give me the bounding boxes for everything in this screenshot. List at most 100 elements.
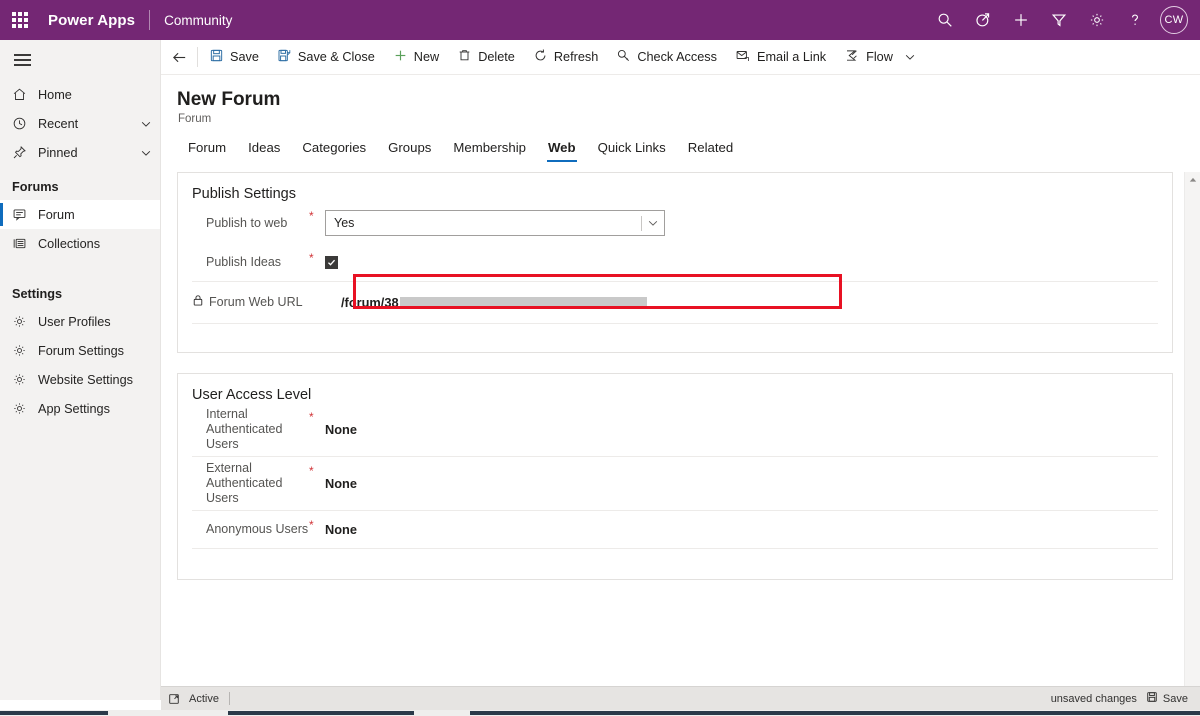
sidebar-item-label: Collections xyxy=(38,236,101,251)
tab-quick-links[interactable]: Quick Links xyxy=(587,140,677,162)
lock-icon xyxy=(192,294,204,311)
scroll-up-arrow-icon[interactable] xyxy=(1185,172,1200,187)
sidebar-item-collections[interactable]: Collections xyxy=(0,229,160,258)
save-and-close-button[interactable]: Save & Close xyxy=(268,40,384,74)
sidebar-item-website-settings[interactable]: Website Settings xyxy=(0,365,160,394)
forum-web-url-value-group: /forum/38 xyxy=(341,295,647,310)
clock-icon xyxy=(12,116,38,131)
unsaved-changes-label: unsaved changes xyxy=(1050,692,1137,705)
sidebar-item-recent[interactable]: Recent xyxy=(0,109,160,138)
email-a-link-label: Email a Link xyxy=(757,50,827,64)
refresh-button[interactable]: Refresh xyxy=(524,40,607,74)
brand-title[interactable]: Power Apps xyxy=(40,12,149,29)
chevron-down-icon[interactable] xyxy=(642,217,664,229)
tab-membership[interactable]: Membership xyxy=(442,140,537,162)
publish-to-web-dropdown[interactable]: Yes xyxy=(325,210,665,236)
bottom-scroll-strip[interactable] xyxy=(0,710,1200,716)
chevron-down-icon[interactable] xyxy=(132,147,160,159)
delete-button[interactable]: Delete xyxy=(448,40,524,74)
scroll-thumb-mid[interactable] xyxy=(228,711,414,715)
top-app-bar: Power Apps Community CW xyxy=(0,0,1200,40)
internal-auth-users-value[interactable]: None xyxy=(325,422,357,437)
key-icon xyxy=(616,48,631,66)
sidebar-item-label: Recent xyxy=(38,116,79,131)
delete-button-label: Delete xyxy=(478,50,515,64)
scroll-thumb-left[interactable] xyxy=(0,711,108,715)
trash-icon xyxy=(457,48,472,66)
sidebar-item-home[interactable]: Home xyxy=(0,80,160,109)
refresh-icon xyxy=(533,48,548,66)
chevron-down-icon[interactable] xyxy=(902,40,922,74)
form-scroll-region: Publish Settings Publish to web * Yes Pu… xyxy=(161,172,1200,686)
save-icon xyxy=(209,48,224,66)
settings-icon[interactable] xyxy=(1078,0,1116,40)
assistant-icon[interactable] xyxy=(964,0,1002,40)
waffle-menu-icon[interactable] xyxy=(0,0,40,40)
tab-related[interactable]: Related xyxy=(677,140,744,162)
tab-groups[interactable]: Groups xyxy=(377,140,442,162)
page-subtitle: Forum xyxy=(178,113,212,125)
home-icon xyxy=(12,87,38,102)
required-indicator: * xyxy=(309,209,314,223)
footer-separator xyxy=(228,692,230,705)
scroll-thumb-right[interactable] xyxy=(470,711,1200,715)
publish-settings-card-padding xyxy=(178,324,1172,352)
topbar-actions: CW xyxy=(926,0,1200,40)
footer-save-button[interactable]: Save xyxy=(1146,691,1188,706)
search-icon[interactable] xyxy=(926,0,964,40)
sidebar-group-settings: Settings xyxy=(12,287,63,301)
app-root: Power Apps Community CW Home Recent Pinn… xyxy=(0,0,1200,716)
app-name-label[interactable]: Community xyxy=(150,13,232,28)
sidebar-item-app-settings[interactable]: App Settings xyxy=(0,394,160,423)
sidebar-item-label: Forum Settings xyxy=(38,343,125,358)
save-button[interactable]: Save xyxy=(200,40,268,74)
expand-icon[interactable] xyxy=(161,693,187,705)
filter-icon[interactable] xyxy=(1040,0,1078,40)
avatar[interactable]: CW xyxy=(1160,6,1188,34)
new-button[interactable]: New xyxy=(384,40,448,74)
user-access-level-title: User Access Level xyxy=(192,387,312,403)
sidebar-item-label: User Profiles xyxy=(38,314,111,329)
form-vertical-scrollbar[interactable] xyxy=(1184,172,1200,686)
tab-web[interactable]: Web xyxy=(537,140,587,162)
flow-button[interactable]: Flow xyxy=(835,40,902,74)
sidebar-item-forum[interactable]: Forum xyxy=(0,200,160,229)
publish-ideas-checkbox[interactable] xyxy=(325,256,338,269)
new-button-label: New xyxy=(413,50,440,64)
collections-icon xyxy=(12,236,38,251)
publish-to-web-value: Yes xyxy=(334,216,355,230)
publish-ideas-row: Publish Ideas * xyxy=(192,244,1158,282)
footer-actions: unsaved changes Save xyxy=(1051,691,1200,706)
external-auth-users-value[interactable]: None xyxy=(325,476,357,491)
left-sidebar: Home Recent Pinned Forums Forum Collecti… xyxy=(0,40,161,700)
forum-web-url-label-group: Forum Web URL xyxy=(192,294,325,311)
form-area: New Forum Forum Forum Ideas Categories G… xyxy=(161,75,1200,686)
tab-ideas[interactable]: Ideas xyxy=(237,140,291,162)
anonymous-users-value[interactable]: None xyxy=(325,522,357,537)
help-icon[interactable] xyxy=(1116,0,1154,40)
footer-save-label: Save xyxy=(1162,692,1188,705)
check-access-button[interactable]: Check Access xyxy=(607,40,726,74)
sidebar-item-user-profiles[interactable]: User Profiles xyxy=(0,307,160,336)
tab-forum[interactable]: Forum xyxy=(177,140,237,162)
sidebar-group-forums: Forums xyxy=(12,180,59,194)
sidebar-item-pinned[interactable]: Pinned xyxy=(0,138,160,167)
publish-settings-title: Publish Settings xyxy=(192,186,296,202)
back-arrow-icon[interactable] xyxy=(161,40,197,74)
hamburger-menu-icon[interactable] xyxy=(0,40,160,80)
sidebar-item-label: Forum xyxy=(38,207,75,222)
forum-web-url-value: /forum/38 xyxy=(341,295,399,310)
sidebar-item-forum-settings[interactable]: Forum Settings xyxy=(0,336,160,365)
add-icon[interactable] xyxy=(1002,0,1040,40)
email-a-link-button[interactable]: Email a Link xyxy=(726,40,835,74)
forum-web-url-label: Forum Web URL xyxy=(209,295,303,309)
chevron-down-icon[interactable] xyxy=(132,118,160,130)
external-auth-users-label: External Authenticated Users xyxy=(206,461,283,505)
sidebar-item-label: Pinned xyxy=(38,145,78,160)
command-bar: Save Save & Close New Delete Refresh Che… xyxy=(161,40,1200,75)
required-indicator: * xyxy=(309,518,314,532)
tab-categories[interactable]: Categories xyxy=(291,140,377,162)
gear-icon xyxy=(12,372,38,387)
gear-icon xyxy=(12,314,38,329)
